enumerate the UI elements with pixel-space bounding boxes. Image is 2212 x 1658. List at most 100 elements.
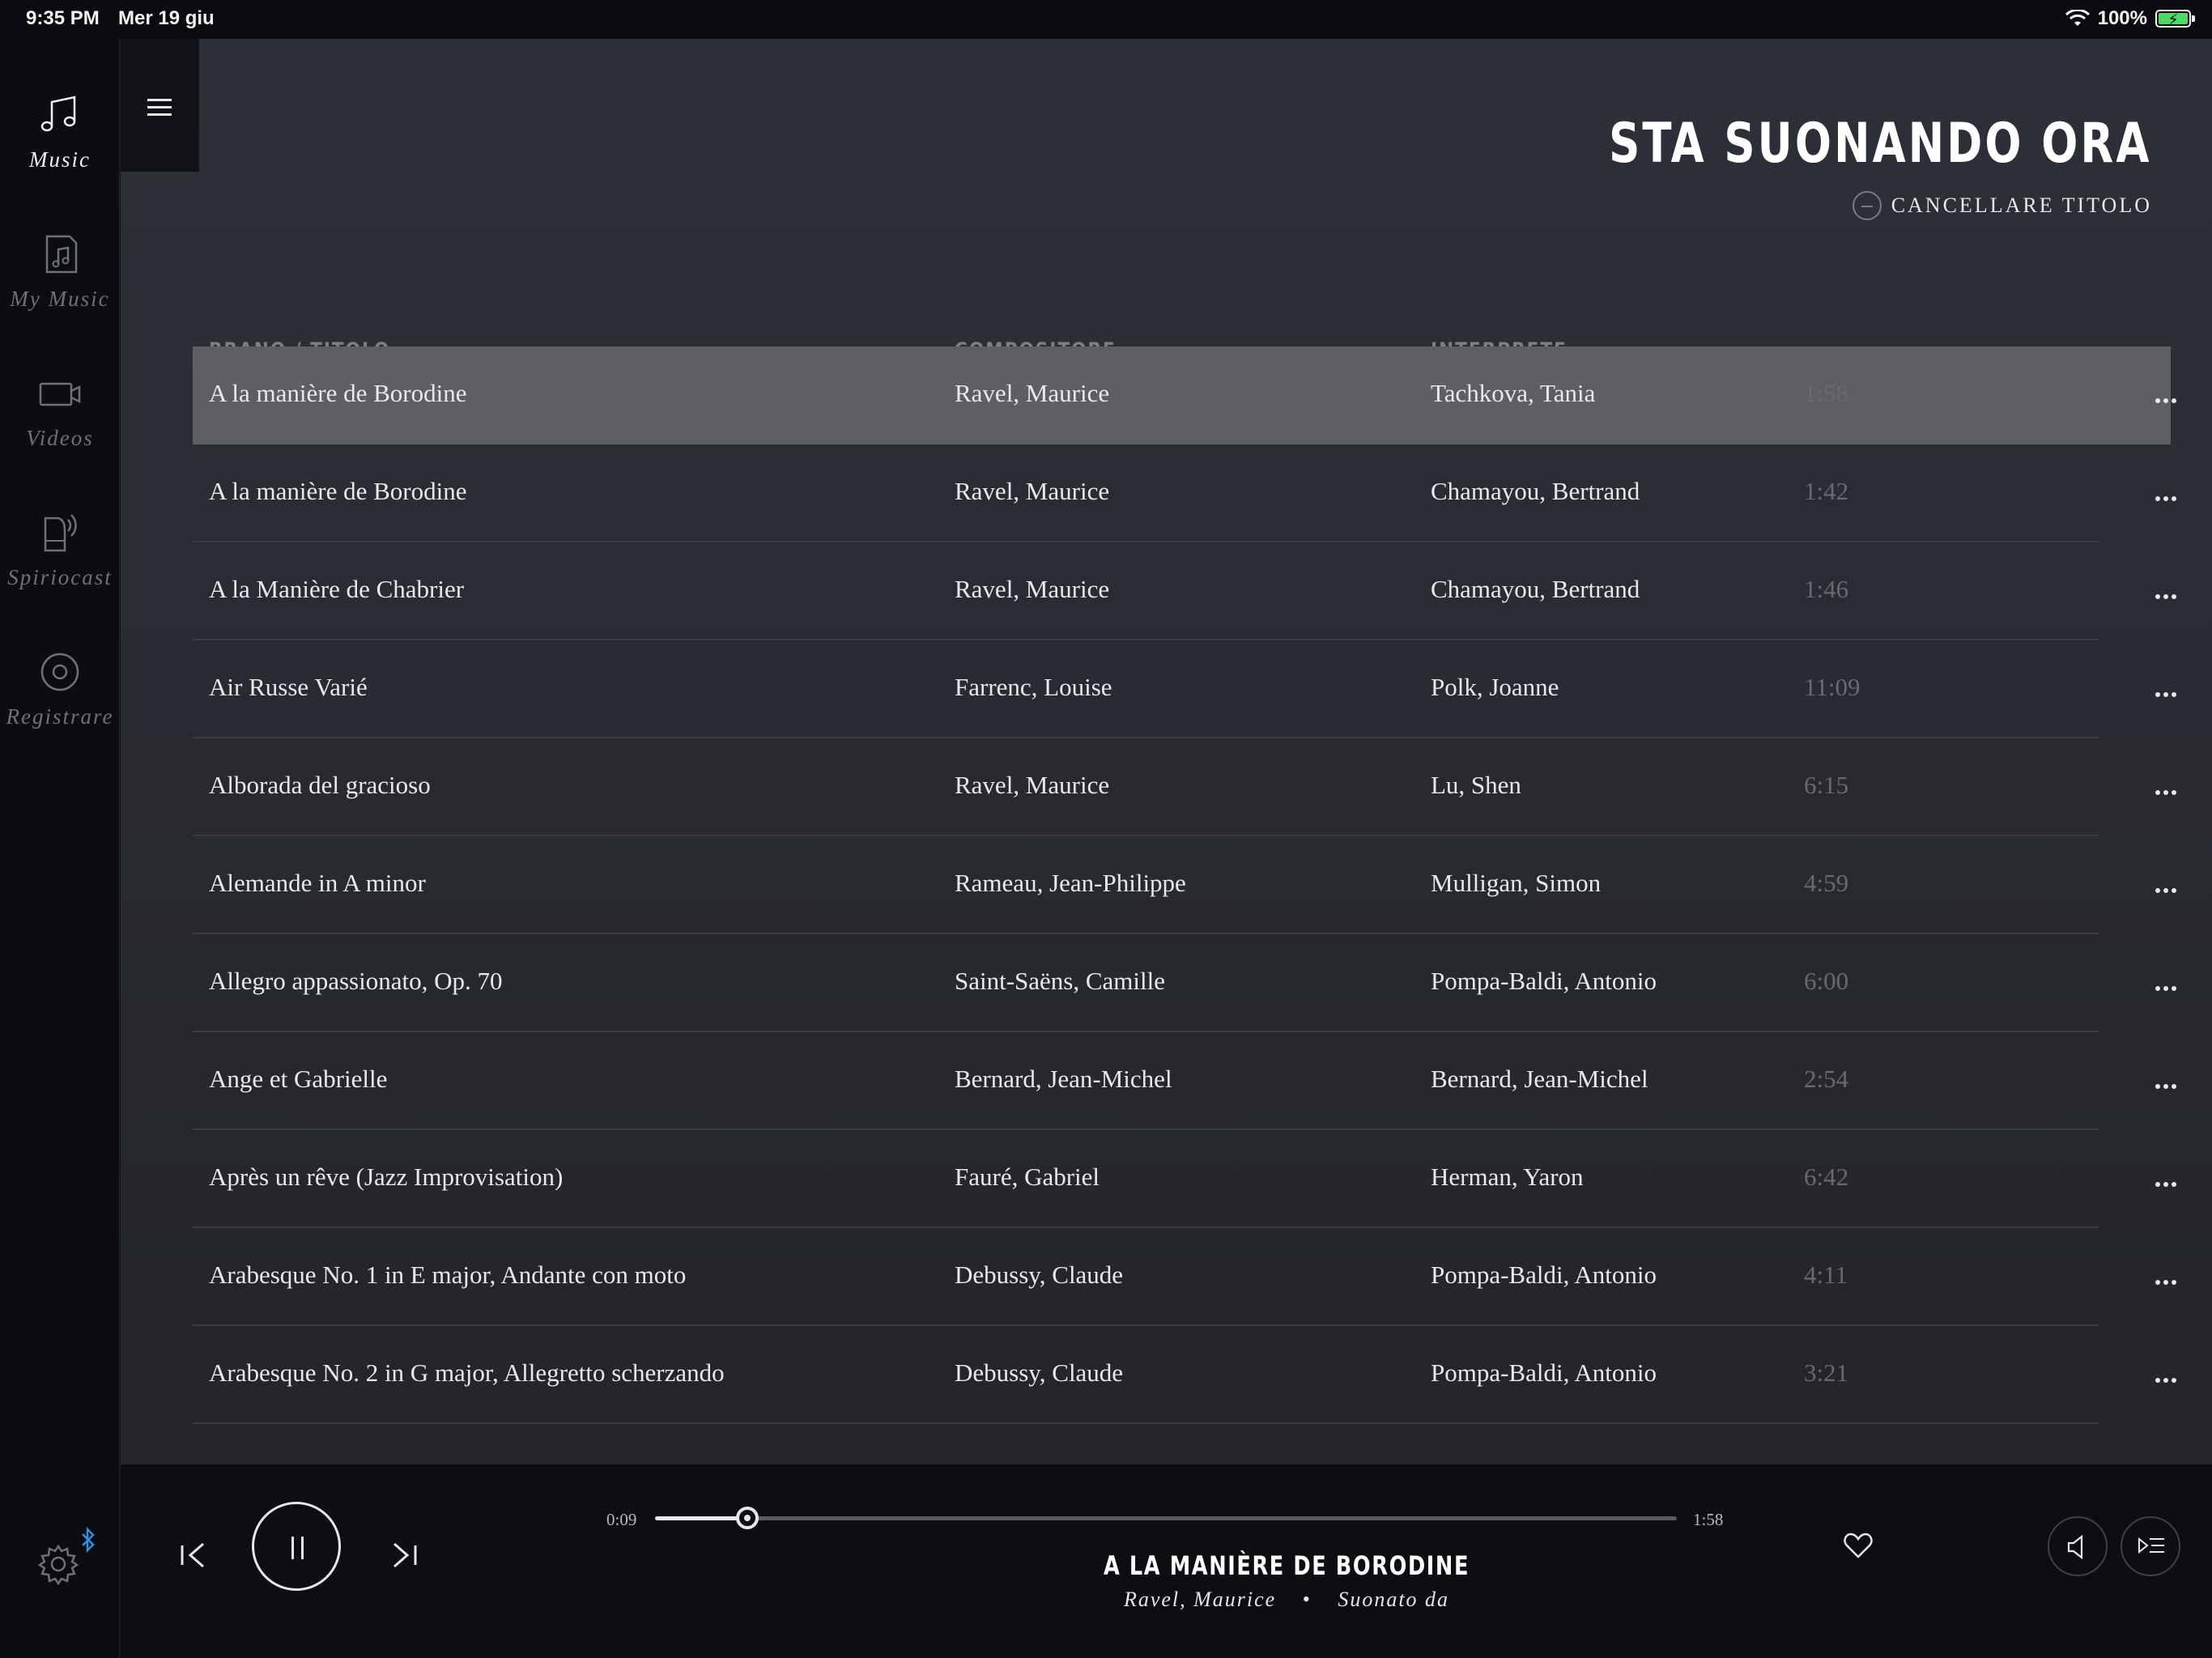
clear-title-button[interactable]: CANCELLARE TITOLO [1852,191,2152,220]
now-playing-subtitle: Ravel, Maurice • Suonato da [1003,1588,1570,1612]
table-row[interactable]: Arabesque No. 2 in G major, Allegretto s… [193,1326,2176,1424]
sidebar-item-registrare[interactable]: Registrare [0,620,120,742]
track-performer: Pompa-Baldi, Antonio [1431,1358,1657,1387]
track-performer: Chamayou, Bertrand [1431,477,1640,505]
sidebar-item-label: Music [29,147,91,172]
table-row-now-playing[interactable]: A la manière de Borodine Ravel, Maurice Ta… [193,346,2176,444]
table-row[interactable]: Ange et Gabrielle Bernard, Jean-Michel Ber… [193,1032,2176,1130]
now-playing-title: A LA MANIÈRE DE BORODINE [1103,1550,1470,1581]
track-composer: Saint-Saëns, Camille [955,967,1166,995]
clear-title-label: CANCELLARE TITOLO [1891,193,2152,217]
track-duration: 1:58 [1804,379,1849,407]
status-time: 9:35 PM [26,7,100,29]
pause-button[interactable] [252,1502,341,1591]
now-playing-composer: Ravel, Maurice [1123,1588,1277,1611]
more-options-icon[interactable] [2155,870,2188,895]
track-duration: 1:42 [1804,477,1849,505]
more-options-icon[interactable] [2155,576,2188,601]
video-camera-icon [39,382,81,406]
more-options-icon[interactable] [2155,478,2188,503]
track-composer: Fauré, Gabriel [955,1163,1100,1191]
track-duration: 2:54 [1804,1065,1849,1093]
table-row[interactable]: A la manière de Borodine Ravel, Maurice Ch… [193,444,2176,542]
track-performer: Chamayou, Bertrand [1431,575,1640,603]
record-icon [40,653,79,691]
sidebar: Music My Music Videos Spiriocast Registr… [0,39,120,1658]
track-composer: Bernard, Jean-Michel [955,1065,1172,1093]
status-bar: 9:35 PM Mer 19 giu 100% ⚡ [0,0,2212,39]
track-title: Ange et Gabrielle [209,1065,388,1093]
queue-button[interactable] [2121,1516,2180,1576]
track-duration: 11:09 [1804,673,1861,701]
track-duration: 4:11 [1804,1261,1848,1289]
table-row[interactable]: Air Russe Varié Farrenc, Louise Polk, Joan… [193,640,2176,738]
track-title: A la manière de Borodine [209,477,467,505]
main-content: STA SUONANDO ORA CANCELLARE TITOLO BRANO… [121,39,2212,1464]
track-title: Après un rêve (Jazz Improvisation) [209,1163,564,1191]
more-options-icon[interactable] [2155,1164,2188,1188]
track-list: A la manière de Borodine Ravel, Maurice Ta… [193,346,2176,1424]
sidebar-item-label: Registrare [6,704,114,729]
track-title: Alborada del gracioso [209,771,431,799]
track-performer: Tachkova, Tania [1431,379,1596,407]
more-options-icon[interactable] [2155,1262,2188,1286]
sidebar-item-label: Videos [26,426,94,450]
table-row[interactable]: Après un rêve (Jazz Improvisation) Fauré,… [193,1130,2176,1228]
sidebar-item-videos[interactable]: Videos [0,342,120,463]
track-composer: Ravel, Maurice [955,771,1110,799]
track-duration: 4:59 [1804,869,1849,897]
more-options-icon[interactable] [2155,380,2188,405]
sidebar-item-my-music[interactable]: My Music [0,202,120,324]
more-options-icon[interactable] [2155,674,2188,699]
table-row[interactable]: Alemande in A minor Rameau, Jean-Philippe… [193,836,2176,934]
wifi-icon [2065,10,2090,26]
track-performer: Mulligan, Simon [1431,869,1602,897]
progress-filled [655,1516,747,1520]
more-options-icon[interactable] [2155,1360,2188,1384]
player-bar: 0:09 1:58 A LA MANIÈRE DE BORODINE Ravel… [121,1464,2212,1658]
heart-icon[interactable] [1842,1529,1874,1562]
more-options-icon[interactable] [2155,968,2188,993]
progress-rail [655,1516,1677,1520]
next-track-icon[interactable] [388,1539,420,1571]
track-title: Arabesque No. 2 in G major, Allegretto s… [209,1358,725,1387]
track-composer: Farrenc, Louise [955,673,1112,701]
more-options-icon[interactable] [2155,772,2188,797]
speaker-icon [2067,1534,2083,1560]
gear-icon[interactable] [36,1541,81,1587]
volume-button[interactable] [2048,1516,2108,1576]
track-performer: Pompa-Baldi, Antonio [1431,1261,1657,1289]
music-folder-icon [45,235,78,274]
track-performer: Bernard, Jean-Michel [1431,1065,1648,1093]
track-title: Allegro appassionato, Op. 70 [209,967,503,995]
progress-slider[interactable] [655,1507,1677,1529]
track-title: Alemande in A minor [209,869,426,897]
track-composer: Debussy, Claude [955,1358,1124,1387]
track-composer: Ravel, Maurice [955,575,1110,603]
status-right: 100% ⚡ [2065,7,2195,30]
hamburger-icon [147,99,172,117]
sidebar-item-music[interactable]: Music [0,63,120,185]
previous-track-icon[interactable] [177,1539,210,1571]
more-options-icon[interactable] [2155,1066,2188,1090]
track-composer: Debussy, Claude [955,1261,1124,1289]
progress-knob[interactable] [735,1507,759,1529]
sidebar-item-spiriocast[interactable]: Spiriocast [0,481,120,602]
track-title: Arabesque No. 1 in E major, Andante con … [209,1261,687,1289]
table-row[interactable]: Arabesque No. 1 in E major, Andante con … [193,1228,2176,1326]
track-duration: 3:21 [1804,1358,1849,1387]
now-playing-performer-label: Suonato da [1338,1588,1450,1611]
page-title: STA SUONANDO ORA [1609,112,2152,176]
table-row[interactable]: A la Manière de Chabrier Ravel, Maurice Ch… [193,542,2176,640]
track-duration: 6:15 [1804,771,1849,799]
track-duration: 6:00 [1804,967,1849,995]
track-duration: 1:46 [1804,575,1849,603]
sidebar-item-label: My Music [10,287,110,311]
menu-button[interactable] [121,39,199,172]
elapsed-time: 0:09 [606,1510,637,1529]
track-performer: Polk, Joanne [1431,673,1559,701]
table-row[interactable]: Allegro appassionato, Op. 70 Saint-Saëns,… [193,934,2176,1032]
track-performer: Herman, Yaron [1431,1163,1584,1191]
table-row[interactable]: Alborada del gracioso Ravel, Maurice Lu, S… [193,738,2176,836]
battery-charging-icon: ⚡ [2155,10,2195,29]
